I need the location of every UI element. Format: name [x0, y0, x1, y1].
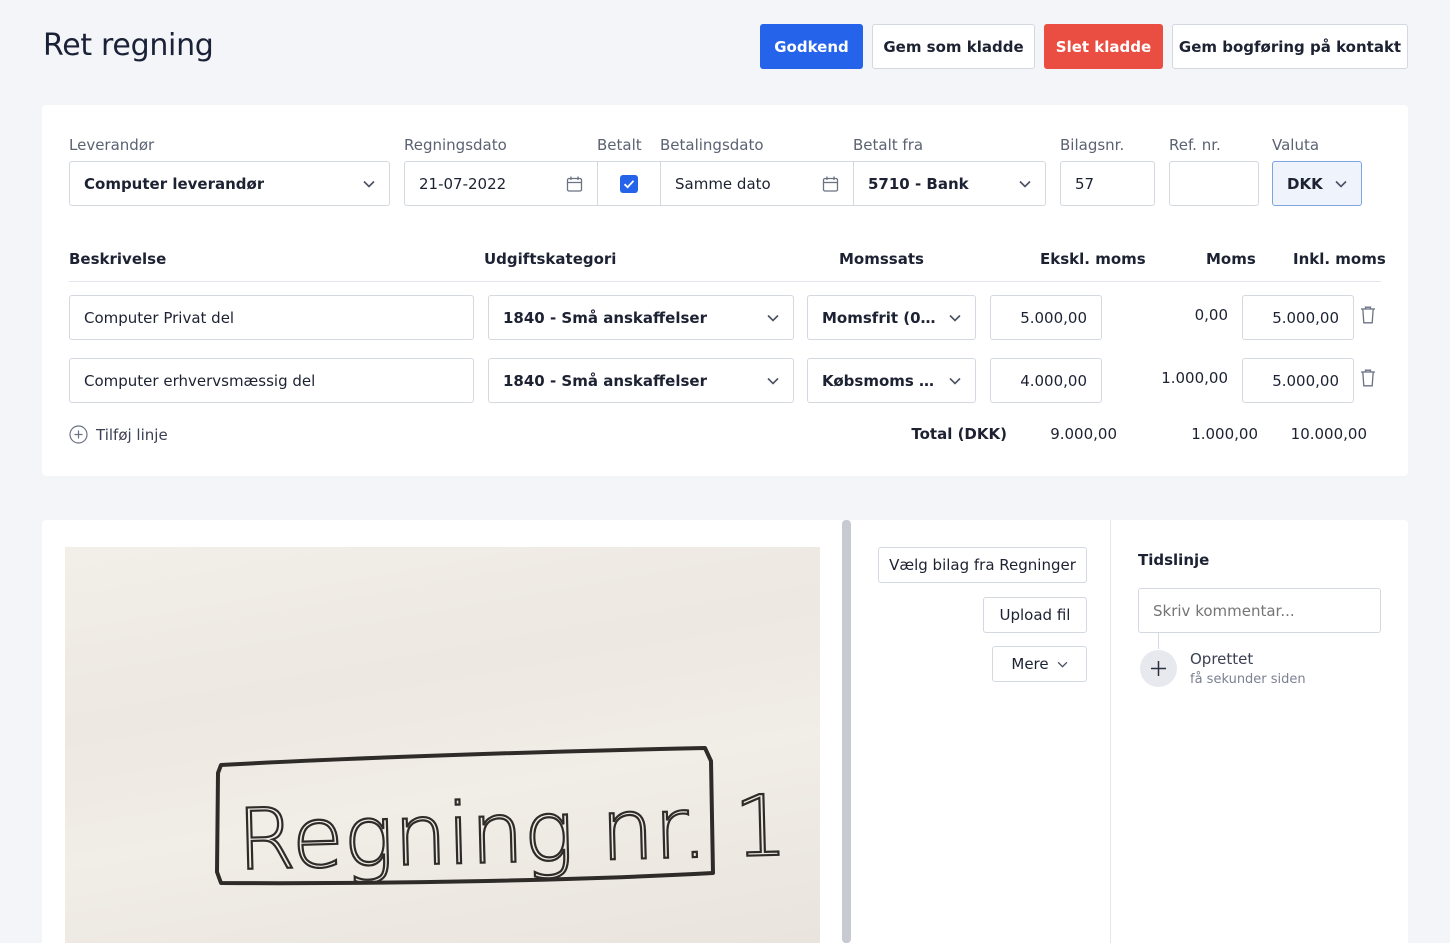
- line-description-value: Computer Privat del: [84, 308, 235, 327]
- more-button[interactable]: Mere: [992, 646, 1087, 682]
- save-contact-posting-button[interactable]: Gem bogføring på kontakt: [1172, 24, 1408, 69]
- table-header-divider: [69, 281, 1381, 282]
- more-label: Mere: [1011, 655, 1049, 673]
- timeline-connector: [1158, 633, 1159, 649]
- line-vat-amount: 0,00: [1194, 306, 1228, 324]
- chevron-down-icon: [767, 314, 779, 322]
- line-description-input[interactable]: Computer Privat del: [69, 295, 474, 340]
- attachment-preview-image[interactable]: Regning nr. 1: [65, 547, 820, 943]
- line-vat-rate-select[interactable]: Momsfrit (0%): [807, 295, 976, 340]
- page-title: Ret regning: [43, 28, 214, 63]
- column-header-vat-rate: Momssats: [839, 250, 924, 268]
- handwritten-receipt-drawing: Regning nr. 1: [215, 746, 790, 890]
- total-incl-vat: 10.000,00: [1290, 425, 1367, 443]
- plus-circle-icon: [69, 425, 88, 444]
- add-line-button[interactable]: Tilføj linje: [69, 425, 168, 444]
- column-header-incl-vat: Inkl. moms: [1293, 250, 1386, 268]
- paid-label: Betalt: [597, 136, 642, 154]
- line-excl-vat-input[interactable]: 4.000,00: [990, 358, 1102, 403]
- line-incl-vat-value: 5.000,00: [1272, 308, 1339, 327]
- delete-draft-button[interactable]: Slet kladde: [1044, 24, 1163, 69]
- chevron-down-icon: [1057, 661, 1067, 668]
- choose-attachment-button[interactable]: Vælg bilag fra Regninger: [878, 547, 1087, 583]
- line-description-input[interactable]: Computer erhvervsmæssig del: [69, 358, 474, 403]
- timeline-title: Tidslinje: [1138, 551, 1210, 569]
- supplier-value: Computer leverandør: [84, 174, 265, 193]
- total-excl-vat: 9.000,00: [1050, 425, 1117, 443]
- currency-value: DKK: [1287, 174, 1323, 193]
- save-draft-button[interactable]: Gem som kladde: [872, 24, 1035, 69]
- line-vat-rate-value: Momsfrit (0%): [822, 308, 937, 327]
- trash-icon[interactable]: [1360, 369, 1376, 387]
- line-category-value: 1840 - Små anskaffelser: [503, 308, 707, 327]
- paid-from-value: 5710 - Bank: [868, 174, 969, 193]
- plus-icon: [1151, 661, 1166, 676]
- total-vat: 1.000,00: [1191, 425, 1258, 443]
- chevron-down-icon: [949, 314, 961, 322]
- bill-date-value: 21-07-2022: [419, 174, 507, 193]
- paid-from-label: Betalt fra: [853, 136, 924, 154]
- line-category-select[interactable]: 1840 - Små anskaffelser: [488, 295, 794, 340]
- voucher-no-input[interactable]: 57: [1060, 161, 1155, 206]
- calendar-icon[interactable]: [566, 175, 583, 192]
- column-header-vat: Moms: [1206, 250, 1256, 268]
- line-category-select[interactable]: 1840 - Små anskaffelser: [488, 358, 794, 403]
- payment-date-label: Betalingsdato: [660, 136, 764, 154]
- column-header-description: Beskrivelse: [69, 250, 167, 268]
- paid-checkbox-field[interactable]: [597, 161, 661, 206]
- preview-scrollbar[interactable]: [842, 520, 851, 943]
- line-vat-rate-value: Købsmoms (2...: [822, 371, 937, 390]
- chevron-down-icon: [363, 180, 375, 188]
- total-label: Total (DKK): [911, 425, 1007, 443]
- line-category-value: 1840 - Små anskaffelser: [503, 371, 707, 390]
- column-header-category: Udgiftskategori: [484, 250, 617, 268]
- timeline-event-time: få sekunder siden: [1190, 672, 1306, 687]
- ref-no-input[interactable]: [1169, 161, 1259, 206]
- payment-date-input[interactable]: Samme dato: [660, 161, 854, 206]
- voucher-no-label: Bilagsnr.: [1060, 136, 1125, 154]
- payment-date-value: Samme dato: [675, 174, 771, 193]
- handwritten-text: Regning nr. 1: [236, 777, 789, 889]
- line-incl-vat-input[interactable]: 5.000,00: [1242, 295, 1354, 340]
- paid-checkbox-checked-icon[interactable]: [620, 174, 638, 193]
- line-vat-amount: 1.000,00: [1161, 369, 1228, 387]
- line-description-value: Computer erhvervsmæssig del: [84, 371, 316, 390]
- timeline-event-marker: [1140, 650, 1177, 687]
- supplier-label: Leverandør: [69, 136, 155, 154]
- timeline-event-title: Oprettet: [1190, 650, 1254, 668]
- paid-from-select[interactable]: 5710 - Bank: [853, 161, 1046, 206]
- line-excl-vat-value: 5.000,00: [1020, 308, 1087, 327]
- line-excl-vat-value: 4.000,00: [1020, 371, 1087, 390]
- currency-select[interactable]: DKK: [1272, 161, 1362, 206]
- comment-input[interactable]: [1138, 588, 1381, 633]
- timeline-divider: [1110, 520, 1111, 943]
- supplier-select[interactable]: Computer leverandør: [69, 161, 390, 206]
- line-incl-vat-value: 5.000,00: [1272, 371, 1339, 390]
- ref-no-label: Ref. nr.: [1169, 136, 1221, 154]
- approve-button[interactable]: Godkend: [760, 24, 863, 69]
- chevron-down-icon: [1335, 180, 1347, 188]
- chevron-down-icon: [1019, 180, 1031, 188]
- upload-file-button[interactable]: Upload fil: [983, 597, 1087, 633]
- bill-date-input[interactable]: 21-07-2022: [404, 161, 598, 206]
- add-line-label: Tilføj linje: [96, 425, 168, 444]
- line-vat-rate-select[interactable]: Købsmoms (2...: [807, 358, 976, 403]
- chevron-down-icon: [949, 377, 961, 385]
- voucher-no-value: 57: [1075, 174, 1095, 193]
- column-header-excl-vat: Ekskl. moms: [1040, 250, 1146, 268]
- bill-date-label: Regningsdato: [404, 136, 507, 154]
- line-excl-vat-input[interactable]: 5.000,00: [990, 295, 1102, 340]
- currency-label: Valuta: [1272, 136, 1320, 154]
- calendar-icon[interactable]: [822, 175, 839, 192]
- chevron-down-icon: [767, 377, 779, 385]
- trash-icon[interactable]: [1360, 306, 1376, 324]
- line-incl-vat-input[interactable]: 5.000,00: [1242, 358, 1354, 403]
